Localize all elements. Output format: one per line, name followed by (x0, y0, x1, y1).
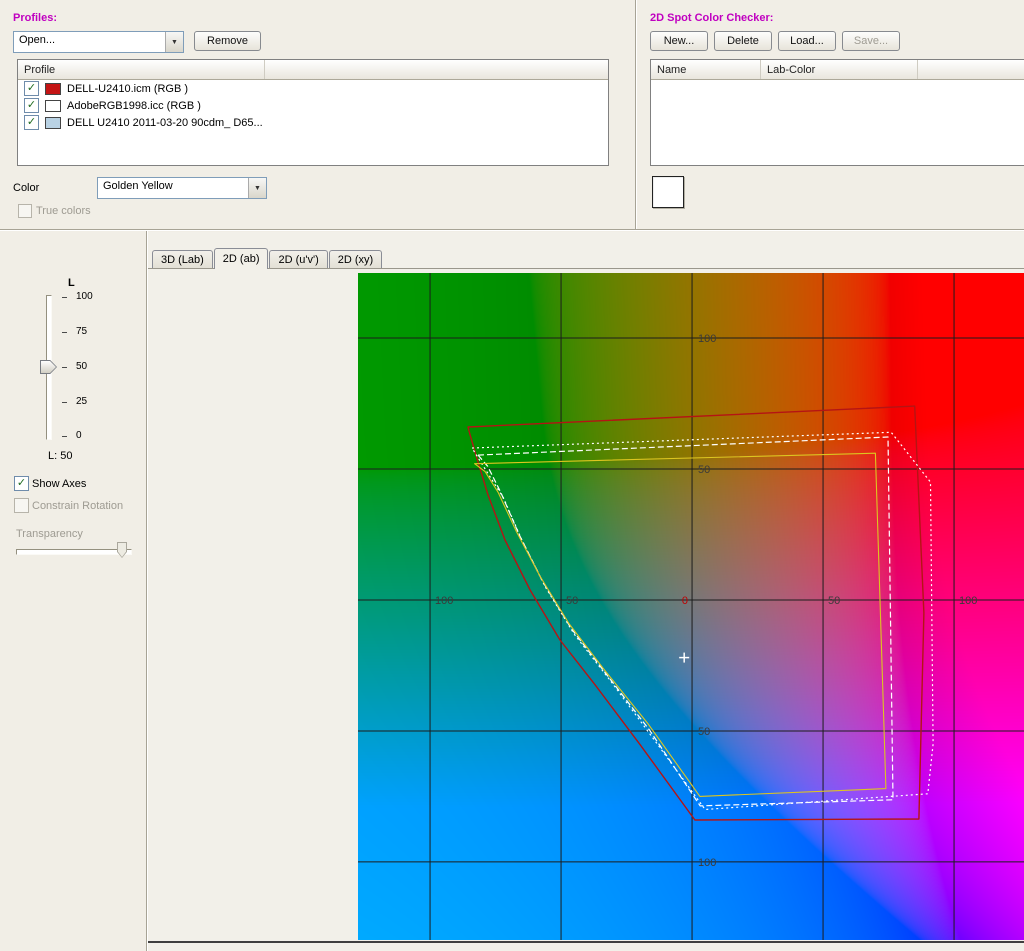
true-colors-checkbox[interactable] (18, 204, 32, 218)
new-button[interactable]: New... (650, 31, 708, 51)
check-icon: ✓ (27, 100, 36, 111)
gamut-outline (475, 453, 886, 796)
gamut-outline (472, 432, 933, 809)
constrain-rotation-checkbox[interactable] (14, 498, 29, 513)
profiles-list-header[interactable]: Profile (18, 60, 608, 80)
svg-text:100: 100 (698, 857, 716, 869)
profile-checkbox[interactable]: ✓ (24, 81, 39, 96)
l-tick-label: 25 (76, 396, 87, 407)
show-axes-checkbox[interactable]: ✓ (14, 476, 29, 491)
l-tick-label: 50 (76, 361, 87, 372)
svg-text:50: 50 (698, 726, 710, 738)
profile-checkbox[interactable]: ✓ (24, 98, 39, 113)
l-value-readout: L: 50 (48, 450, 72, 462)
load-button[interactable]: Load... (778, 31, 836, 51)
remove-button[interactable]: Remove (194, 31, 261, 51)
chevron-down-icon[interactable]: ▼ (165, 32, 183, 52)
tab-2d-uv[interactable]: 2D (u'v') (269, 250, 327, 268)
profile-row-label: AdobeRGB1998.icc (RGB ) (67, 100, 201, 112)
profile-checkbox[interactable]: ✓ (24, 115, 39, 130)
l-slider-thumb[interactable] (40, 360, 57, 374)
chevron-down-icon[interactable]: ▼ (248, 178, 266, 198)
profile-row[interactable]: ✓ AdobeRGB1998.icc (RGB ) (18, 97, 608, 114)
lab-color-column-header[interactable]: Lab-Color (761, 60, 918, 79)
transparency-label: Transparency (16, 528, 83, 540)
color-combo-value: Golden Yellow (98, 178, 248, 198)
true-colors-label: True colors (36, 205, 91, 217)
tab-2d-ab[interactable]: 2D (ab) (214, 248, 269, 269)
check-icon: ✓ (17, 478, 26, 489)
color-label: Color (13, 182, 39, 194)
color-combo[interactable]: Golden Yellow ▼ (97, 177, 267, 199)
profiles-panel-title: Profiles: (13, 12, 57, 24)
profile-row-label: DELL U2410 2011-03-20 90cdm_ D65... (67, 117, 263, 129)
profile-row[interactable]: ✓ DELL-U2410.icm (RGB ) (18, 80, 608, 97)
l-tick-label: 100 (76, 291, 93, 302)
lab-ab-chart[interactable]: 100 50 50 100 100 50 50 100 0 (358, 273, 1024, 940)
spot-color-checker-panel: 2D Spot Color Checker: New... Delete Loa… (645, 0, 1024, 228)
profiles-list-header-spacer (265, 60, 608, 79)
spot-panel-title: 2D Spot Color Checker: (650, 12, 773, 24)
chart-grid-gamut-overlay: 100 50 50 100 100 50 50 100 0 (358, 273, 1024, 940)
spot-color-table: Name Lab-Color (650, 59, 1024, 166)
gamut-view-panel: 3D (Lab) 2D (ab) 2D (u'v') 2D (xy) 100 50… (148, 232, 1024, 951)
gamut-outline (478, 437, 893, 806)
check-icon: ✓ (27, 117, 36, 128)
view-bottom-edge (148, 941, 1024, 943)
profile-color-swatch (45, 83, 61, 95)
l-slider-tick (62, 367, 67, 368)
l-slider-tick (62, 297, 67, 298)
check-icon: ✓ (27, 83, 36, 94)
profile-column-header[interactable]: Profile (18, 60, 265, 79)
panel-divider-vertical (635, 0, 637, 229)
open-profile-combo-value: Open... (14, 32, 165, 52)
svg-text:100: 100 (435, 595, 453, 607)
l-tick-label: 0 (76, 430, 82, 441)
l-axis-label: L (68, 277, 75, 289)
svg-text:50: 50 (828, 595, 840, 607)
svg-text:100: 100 (959, 595, 977, 607)
delete-button[interactable]: Delete (714, 31, 772, 51)
show-axes-label: Show Axes (32, 478, 86, 490)
l-slider-tick (62, 402, 67, 403)
spot-table-header[interactable]: Name Lab-Color (651, 60, 1024, 80)
name-column-header[interactable]: Name (651, 60, 761, 79)
profile-color-swatch (45, 100, 61, 112)
profile-color-swatch (45, 117, 61, 129)
l-tick-label: 75 (76, 326, 87, 337)
gamut-outline (468, 406, 924, 820)
l-slider-tick (62, 436, 67, 437)
view-tabs: 3D (Lab) 2D (ab) 2D (u'v') 2D (xy) (148, 248, 1024, 269)
profile-row-label: DELL-U2410.icm (RGB ) (67, 83, 188, 95)
spot-color-swatch[interactable] (652, 176, 684, 208)
svg-text:0: 0 (682, 595, 688, 607)
view-controls-sidebar: L 100 75 50 25 0 L: 50 ✓ Show Axes Const… (0, 232, 146, 951)
panel-divider-horizontal (0, 229, 1024, 231)
tab-2d-xy[interactable]: 2D (xy) (329, 250, 382, 268)
constrain-rotation-label: Constrain Rotation (32, 500, 123, 512)
svg-text:50: 50 (566, 595, 578, 607)
l-slider-tick (62, 332, 67, 333)
window: Profiles: Open... ▼ Remove Profile ✓ DEL… (0, 0, 1024, 951)
profiles-list: Profile ✓ DELL-U2410.icm (RGB ) ✓ AdobeR… (17, 59, 609, 166)
transparency-slider-thumb[interactable] (117, 542, 127, 558)
profiles-panel: Profiles: Open... ▼ Remove Profile ✓ DEL… (0, 0, 632, 228)
svg-text:50: 50 (698, 464, 710, 476)
spot-table-header-spacer (918, 60, 1024, 79)
tab-3d-lab[interactable]: 3D (Lab) (152, 250, 213, 268)
profile-row[interactable]: ✓ DELL U2410 2011-03-20 90cdm_ D65... (18, 114, 608, 131)
transparency-slider-track[interactable] (16, 549, 132, 555)
open-profile-combo[interactable]: Open... ▼ (13, 31, 184, 53)
svg-text:100: 100 (698, 333, 716, 345)
save-button: Save... (842, 31, 900, 51)
